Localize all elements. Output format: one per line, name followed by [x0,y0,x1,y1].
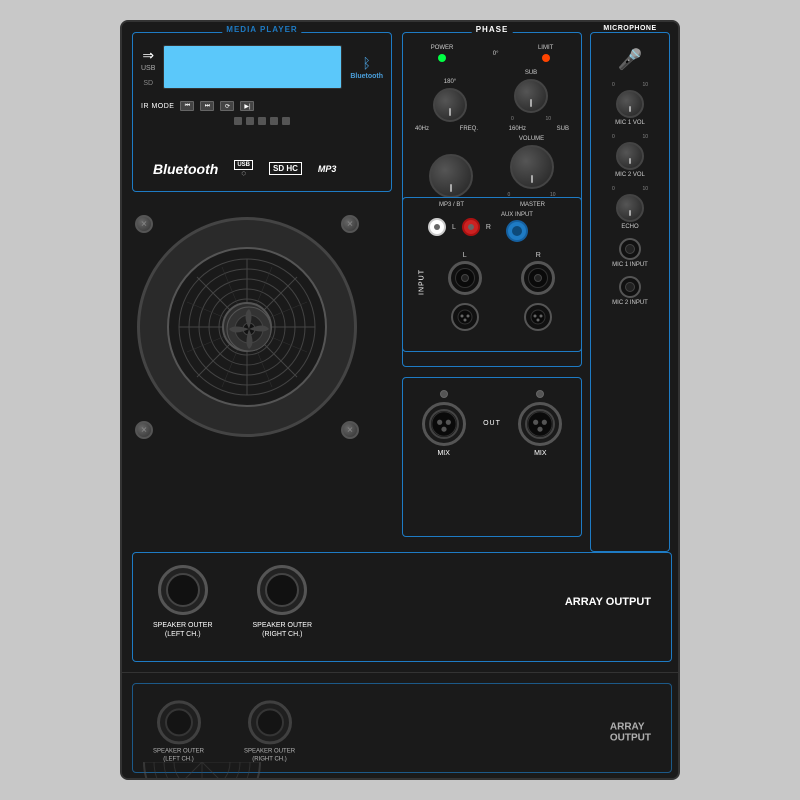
fan-center [222,302,272,352]
transport-dot-3[interactable] [258,117,266,125]
mic1-input-socket[interactable] [619,238,641,260]
aux-socket[interactable] [506,220,528,242]
bluetooth-text: Bluetooth [153,161,218,177]
array-label-block: ARRAY OUTPUT [565,595,651,609]
lcd-screen [163,45,342,89]
xlr-small-l[interactable] [451,303,479,331]
hz160-label: 160Hz [509,126,526,132]
rca-l-label: L [452,224,456,231]
degree-180-label: 180° [444,79,456,85]
speaker-outer-left-group: SPEAKER OUTER (LEFT CH.) [153,565,213,639]
power-led [438,54,446,62]
mix-label-2: MIX [534,450,546,457]
usb-icon-block: ⇒ USB SD [141,47,155,87]
mix-section: MIX OUT MIX [402,377,582,537]
mic2-vol-group: 0 10 MIC 2 VOL [612,134,648,178]
hz40-label: 40Hz [415,126,429,132]
sub-label-2: SUB [557,126,569,132]
transport-dot-4[interactable] [270,117,278,125]
play-btn[interactable]: ⏭ [200,101,214,111]
sd-card-icon: SD [143,80,153,87]
ir-mode-label: IR MODE [141,103,174,110]
limit-label: LIMIT [538,45,553,51]
io-section: INPUT L R AUX INPUT [402,197,582,367]
next-btn[interactable]: ▶| [240,101,254,111]
speaker-outer-left-ch: (LEFT CH.) [153,630,213,639]
rca-white-socket[interactable] [428,218,446,236]
usb-symbol: ⇒ USB [141,47,155,72]
mp3-label: MP3 [318,164,337,174]
mic1-vol-group: 0 10 MIC 1 VOL [612,82,648,126]
echo-group: 0 10 ECHO [612,186,648,230]
bluetooth-badge: Bluetooth [350,73,383,80]
screw-br [341,421,359,439]
mic1-input-label: MIC 1 INPUT [612,262,648,268]
usb-sub-icon: ⬡ [241,171,245,177]
bottom-section: SPEAKER OUTER(LEFT CH.) SPEAKER OUTER(RI… [122,672,678,780]
power-label: POWER [431,45,454,51]
speaker-outer-right-label: SPEAKER OUTER [253,621,313,630]
freq-label: FREQ. [460,126,478,132]
rca-red-socket[interactable] [462,218,480,236]
xlr-small-r[interactable] [524,303,552,331]
knob-echo[interactable] [616,194,644,222]
knob-180[interactable] [433,88,467,122]
mix-led-2 [536,390,544,398]
mic2-input-group: MIC 2 INPUT [612,276,648,306]
xlr-large-l[interactable] [422,402,466,446]
mix-label-1: MIX [437,450,449,457]
jack-l-label: L [463,252,467,259]
input-label: INPUT [419,269,426,295]
speaker-outer-left-socket[interactable] [158,565,208,615]
speaker-outer-right-socket[interactable] [257,565,307,615]
screw-bl [135,421,153,439]
screw-tr [341,215,359,233]
mic1-vol-label: MIC 1 VOL [615,120,645,126]
mic-section-label: MICROPHONE [600,25,659,32]
mic2-input-label: MIC 2 INPUT [612,300,648,306]
repeat-btn[interactable]: ⟳ [220,101,234,111]
fan-container [137,217,357,437]
sd-label: SD HC [269,162,302,175]
prev-btn[interactable]: ⏮ [180,101,194,111]
rca-r-label: R [486,224,491,231]
media-player-label: MEDIA PLAYER [222,25,301,34]
transport-dot-1[interactable] [234,117,242,125]
knob-freq[interactable] [429,154,473,198]
mic2-input-socket[interactable] [619,276,641,298]
transport-dot-5[interactable] [282,117,290,125]
speaker-outer-left-label: SPEAKER OUTER [153,621,213,630]
sub-label-1: SUB [525,70,537,76]
mic1-input-group: MIC 1 INPUT [612,238,648,268]
phase-label: PHASE [472,25,513,34]
out-label: OUT [483,420,501,427]
speaker-outer-right-group: SPEAKER OUTER (RIGHT CH.) [253,565,313,639]
limit-led [542,54,550,62]
bluetooth-icon: ᛒ [362,55,370,71]
aux-label: AUX INPUT [501,212,533,219]
mic-icon: 🎤 [618,47,643,72]
array-output-label: ARRAY OUTPUT [565,595,651,609]
device-panel: MEDIA PLAYER ⇒ USB SD ᛒ Bluetooth IR MOD… [120,20,680,780]
xlr-large-r[interactable] [518,402,562,446]
knob-volume[interactable] [510,145,554,189]
echo-label: ECHO [621,224,638,230]
volume-label: VOLUME [519,136,544,142]
screw-tl [135,215,153,233]
mic2-vol-label: MIC 2 VOL [615,172,645,178]
knob-sub-1[interactable] [514,79,548,113]
degree-0-label: 0° [493,51,499,57]
jack-r-label: R [536,252,541,259]
jack-r-socket[interactable] [521,261,555,295]
mic-section: MICROPHONE 🎤 0 10 MIC 1 VOL 0 10 [590,32,670,552]
usb-label: USB [234,160,253,170]
knob-mic1-vol[interactable] [616,90,644,118]
array-output-section: SPEAKER OUTER (LEFT CH.) SPEAKER OUTER (… [132,552,672,662]
transport-dot-2[interactable] [246,117,254,125]
jack-l-socket[interactable] [448,261,482,295]
mix-led-1 [440,390,448,398]
speaker-outer-right-ch: (RIGHT CH.) [253,630,313,639]
knob-mic2-vol[interactable] [616,142,644,170]
